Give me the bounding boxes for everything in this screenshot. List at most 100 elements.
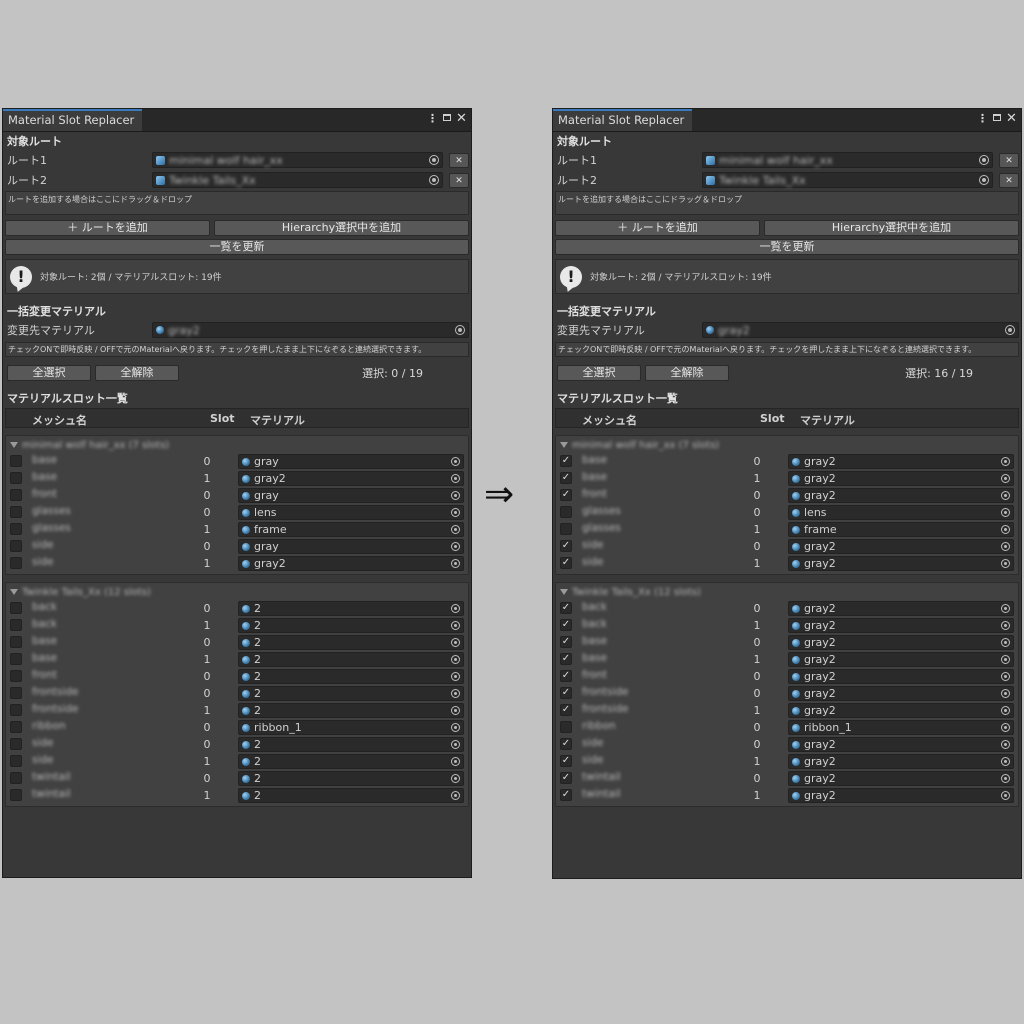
slot-checkbox[interactable] — [10, 738, 22, 750]
material-field[interactable]: 2 — [238, 788, 464, 803]
remove-root-button[interactable]: ✕ — [999, 152, 1019, 168]
material-field[interactable]: 2 — [238, 601, 464, 616]
select-all-button[interactable]: 全選択 — [557, 365, 641, 381]
root-object-field[interactable]: Twinkle Tails_Xx — [152, 172, 443, 188]
object-picker-icon[interactable] — [1001, 638, 1010, 647]
material-field[interactable]: 2 — [238, 669, 464, 684]
material-field[interactable]: 2 — [238, 737, 464, 752]
add-hierarchy-selection-button[interactable]: Hierarchy選択中を追加 — [764, 220, 1019, 236]
slot-checkbox[interactable]: ✓ — [560, 557, 572, 569]
object-picker-icon[interactable] — [1001, 525, 1010, 534]
material-field[interactable]: ribbon_1 — [788, 720, 1014, 735]
material-field[interactable]: gray2 — [788, 618, 1014, 633]
material-field[interactable]: gray2 — [788, 703, 1014, 718]
object-picker-icon[interactable] — [1001, 706, 1010, 715]
material-field[interactable]: 2 — [238, 652, 464, 667]
object-picker-icon[interactable] — [451, 621, 460, 630]
slot-checkbox[interactable] — [10, 540, 22, 552]
slot-checkbox[interactable]: ✓ — [560, 489, 572, 501]
maximize-icon[interactable] — [993, 114, 1001, 121]
remove-root-button[interactable]: ✕ — [449, 172, 469, 188]
object-picker-icon[interactable] — [451, 508, 460, 517]
slot-checkbox[interactable]: ✓ — [560, 687, 572, 699]
slot-checkbox[interactable] — [10, 489, 22, 501]
slot-checkbox[interactable]: ✓ — [560, 738, 572, 750]
root-drop-area[interactable]: ルートを追加する場合はここにドラッグ＆ドロップ — [555, 191, 1019, 215]
slot-checkbox[interactable] — [10, 636, 22, 648]
object-picker-icon[interactable] — [451, 774, 460, 783]
object-picker-icon[interactable] — [451, 723, 460, 732]
mesh-group-header[interactable]: Twinkle Tails_Xx (12 slots) — [558, 584, 1016, 600]
object-picker-icon[interactable] — [1001, 604, 1010, 613]
material-field[interactable]: gray — [238, 488, 464, 503]
material-field[interactable]: gray2 — [238, 556, 464, 571]
maximize-icon[interactable] — [443, 114, 451, 121]
object-picker-icon[interactable] — [451, 474, 460, 483]
deselect-all-button[interactable]: 全解除 — [645, 365, 729, 381]
refresh-list-button[interactable]: 一覧を更新 — [555, 239, 1019, 255]
material-field[interactable]: gray2 — [788, 471, 1014, 486]
slot-checkbox[interactable] — [560, 721, 572, 733]
object-picker-icon[interactable] — [451, 525, 460, 534]
refresh-list-button[interactable]: 一覧を更新 — [5, 239, 469, 255]
material-field[interactable]: gray2 — [788, 488, 1014, 503]
slot-checkbox[interactable] — [10, 755, 22, 767]
root-object-field[interactable]: Twinkle Tails_Xx — [702, 172, 993, 188]
slot-checkbox[interactable] — [10, 557, 22, 569]
add-root-button[interactable]: ＋ ルートを追加 — [555, 220, 760, 236]
object-picker-icon[interactable] — [451, 559, 460, 568]
slot-checkbox[interactable] — [10, 721, 22, 733]
mesh-group-header[interactable]: minimal wolf hair_xx (7 slots) — [558, 437, 1016, 453]
object-picker-icon[interactable] — [451, 791, 460, 800]
slot-checkbox[interactable]: ✓ — [560, 755, 572, 767]
object-picker-icon[interactable] — [1001, 655, 1010, 664]
foldout-triangle-icon[interactable] — [560, 442, 568, 448]
object-picker-icon[interactable] — [1005, 325, 1015, 335]
object-picker-icon[interactable] — [1001, 723, 1010, 732]
material-field[interactable]: 2 — [238, 771, 464, 786]
object-picker-icon[interactable] — [1001, 621, 1010, 630]
object-picker-icon[interactable] — [451, 655, 460, 664]
object-picker-icon[interactable] — [1001, 457, 1010, 466]
object-picker-icon[interactable] — [1001, 757, 1010, 766]
material-field[interactable]: gray2 — [788, 556, 1014, 571]
object-picker-icon[interactable] — [451, 638, 460, 647]
object-picker-icon[interactable] — [1001, 740, 1010, 749]
material-field[interactable]: gray — [238, 454, 464, 469]
slot-checkbox[interactable] — [10, 602, 22, 614]
slot-checkbox[interactable] — [560, 523, 572, 535]
object-picker-icon[interactable] — [451, 740, 460, 749]
slot-checkbox[interactable] — [10, 687, 22, 699]
slot-checkbox[interactable] — [10, 523, 22, 535]
material-field[interactable]: gray2 — [788, 771, 1014, 786]
material-field[interactable]: ribbon_1 — [238, 720, 464, 735]
window-tab[interactable]: Material Slot Replacer — [3, 109, 143, 131]
material-field[interactable]: 2 — [238, 618, 464, 633]
object-picker-icon[interactable] — [451, 689, 460, 698]
material-field[interactable]: gray2 — [788, 754, 1014, 769]
slot-checkbox[interactable] — [560, 506, 572, 518]
object-picker-icon[interactable] — [1001, 774, 1010, 783]
mesh-group-header[interactable]: Twinkle Tails_Xx (12 slots) — [8, 584, 466, 600]
material-field[interactable]: gray — [238, 539, 464, 554]
object-picker-icon[interactable] — [455, 325, 465, 335]
slot-checkbox[interactable]: ✓ — [560, 540, 572, 552]
close-icon[interactable]: ✕ — [1006, 112, 1017, 126]
slot-checkbox[interactable]: ✓ — [560, 602, 572, 614]
object-picker-icon[interactable] — [1001, 689, 1010, 698]
object-picker-icon[interactable] — [1001, 491, 1010, 500]
material-field[interactable]: lens — [788, 505, 1014, 520]
add-root-button[interactable]: ＋ ルートを追加 — [5, 220, 210, 236]
material-field[interactable]: lens — [238, 505, 464, 520]
material-field[interactable]: gray2 — [788, 539, 1014, 554]
slot-checkbox[interactable]: ✓ — [560, 619, 572, 631]
window-tab[interactable]: Material Slot Replacer — [553, 109, 693, 131]
object-picker-icon[interactable] — [1001, 474, 1010, 483]
material-field[interactable]: gray2 — [788, 737, 1014, 752]
material-field[interactable]: 2 — [238, 686, 464, 701]
material-field[interactable]: gray2 — [788, 669, 1014, 684]
material-field[interactable]: 2 — [238, 703, 464, 718]
foldout-triangle-icon[interactable] — [10, 589, 18, 595]
object-picker-icon[interactable] — [1001, 508, 1010, 517]
mesh-group-header[interactable]: minimal wolf hair_xx (7 slots) — [8, 437, 466, 453]
